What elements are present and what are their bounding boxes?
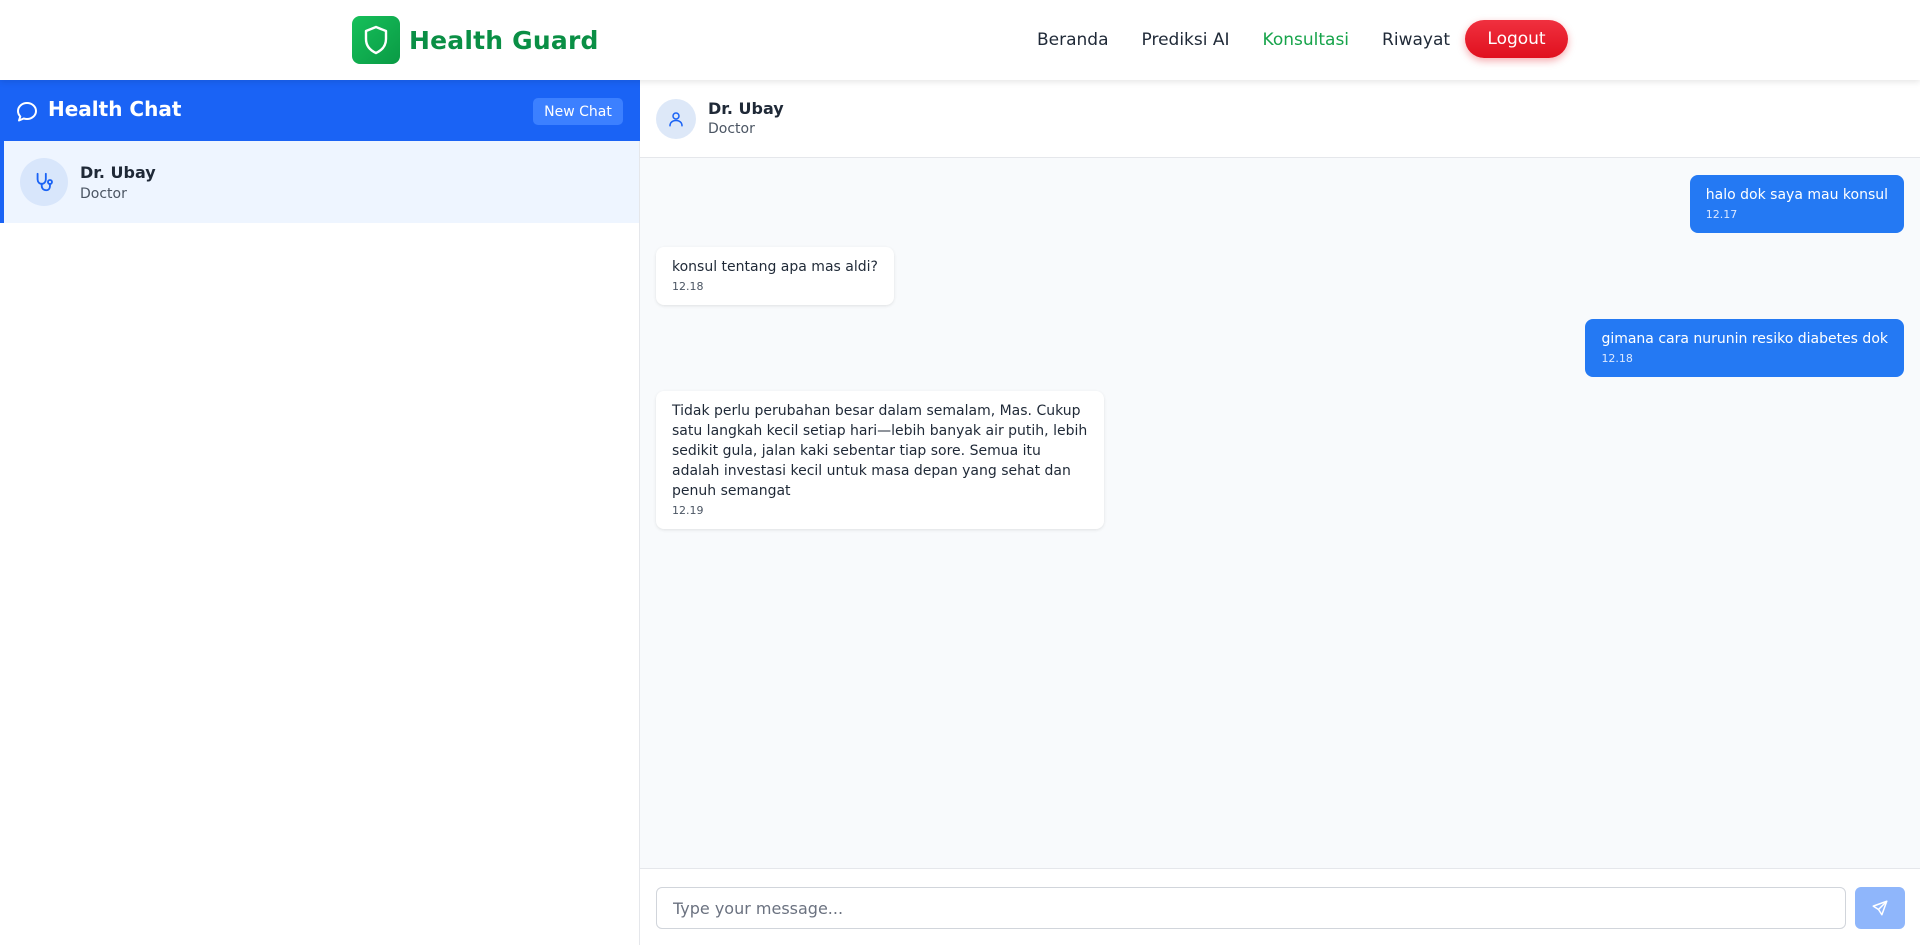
message-text: konsul tentang apa mas aldi? [672,259,878,275]
message-text: Tidak perlu perubahan besar dalam semala… [672,403,1088,499]
contact-item-dr-ubay[interactable]: Dr. Ubay Doctor [0,141,639,223]
message-outgoing: halo dok saya mau konsul 12.17 [1689,175,1904,233]
message-time: 12.17 [1705,208,1738,221]
sidebar-header: Health Chat New Chat [0,80,640,141]
top-navbar: Health Guard Beranda Prediksi AI Konsult… [0,0,1920,80]
logout-button[interactable]: Logout [1465,20,1568,58]
message-time: 12.18 [672,280,704,293]
chat-panel: Dr. Ubay Doctor halo dok saya mau konsul… [640,80,1920,945]
new-chat-button[interactable]: New Chat [533,98,623,125]
message-outgoing: gimana cara nurunin resiko diabetes dok … [1585,319,1904,377]
nav-link-prediksi-ai[interactable]: Prediksi AI [1142,30,1230,50]
nav-link-konsultasi[interactable]: Konsultasi [1263,30,1350,50]
message-text: gimana cara nurunin resiko diabetes dok [1601,331,1888,347]
message-list: halo dok saya mau konsul 12.17 konsul te… [640,158,1920,947]
message-composer [640,868,1920,945]
sidebar-title: Health Chat [48,97,182,121]
send-button[interactable] [1855,887,1905,929]
contact-role: Doctor [80,186,127,202]
message-text: halo dok saya mau konsul [1705,187,1888,203]
main-nav: Beranda Prediksi AI Konsultasi Riwayat [1037,0,1483,80]
brand[interactable]: Health Guard [352,16,599,64]
shield-icon [352,16,400,64]
nav-link-riwayat[interactable]: Riwayat [1382,30,1450,50]
chat-sidebar: Health Chat New Chat Dr. Ubay Doctor [0,80,640,945]
message-time: 12.18 [1601,352,1633,365]
chat-partner-role: Doctor [708,121,755,137]
brand-name: Health Guard [409,25,599,55]
send-icon [1872,900,1888,916]
message-incoming: konsul tentang apa mas aldi? 12.18 [656,247,894,305]
chat-header: Dr. Ubay Doctor [640,80,1920,158]
chat-partner-name: Dr. Ubay [708,99,784,118]
stethoscope-icon [20,158,68,206]
message-input[interactable] [656,887,1846,929]
contact-name: Dr. Ubay [80,163,156,182]
message-incoming: Tidak perlu perubahan besar dalam semala… [656,391,1104,529]
message-time: 12.19 [672,504,704,517]
nav-link-beranda[interactable]: Beranda [1037,30,1109,50]
chat-bubble-icon [17,102,37,122]
user-icon [656,99,696,139]
